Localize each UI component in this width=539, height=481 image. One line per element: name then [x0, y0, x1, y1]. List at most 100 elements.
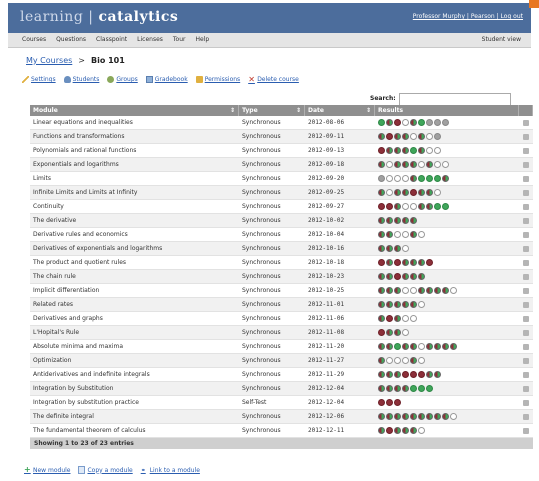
result-dot[interactable]: [394, 399, 401, 406]
result-dot[interactable]: [394, 259, 401, 266]
result-dot[interactable]: [378, 231, 385, 238]
app-logo[interactable]: learning | catalytics: [20, 9, 178, 25]
result-dot[interactable]: [418, 343, 425, 350]
result-dot[interactable]: [394, 371, 401, 378]
result-dot[interactable]: [394, 133, 401, 140]
delete-row-button[interactable]: [519, 175, 533, 182]
result-dot[interactable]: [378, 119, 385, 126]
result-dot[interactable]: [394, 343, 401, 350]
delete-row-button[interactable]: [519, 343, 533, 350]
result-dot[interactable]: [394, 231, 401, 238]
module-cell[interactable]: Limits: [30, 175, 239, 182]
action-students-link[interactable]: Students: [63, 76, 99, 83]
bottom-new-module-link[interactable]: + New module: [24, 465, 70, 474]
result-dot[interactable]: [378, 371, 385, 378]
result-dot[interactable]: [402, 217, 409, 224]
result-dot[interactable]: [410, 119, 417, 126]
result-dot[interactable]: [434, 161, 441, 168]
result-dot[interactable]: [378, 245, 385, 252]
result-dot[interactable]: [434, 203, 441, 210]
result-dot[interactable]: [442, 119, 449, 126]
column-module[interactable]: Module ⇕: [30, 105, 239, 116]
result-dot[interactable]: [402, 357, 409, 364]
result-dot[interactable]: [426, 259, 433, 266]
delete-row-button[interactable]: [519, 301, 533, 308]
result-dot[interactable]: [442, 413, 449, 420]
result-dot[interactable]: [410, 175, 417, 182]
result-dot[interactable]: [394, 217, 401, 224]
action-delete-course-link[interactable]: ✕ Delete course: [248, 76, 299, 84]
result-dot[interactable]: [402, 259, 409, 266]
result-dot[interactable]: [410, 217, 417, 224]
result-dot[interactable]: [434, 287, 441, 294]
result-dot[interactable]: [378, 413, 385, 420]
table-row[interactable]: The chain rule Synchronous 2012-10-23: [30, 270, 533, 284]
result-dot[interactable]: [410, 315, 417, 322]
delete-row-button[interactable]: [519, 245, 533, 252]
result-dot[interactable]: [450, 413, 457, 420]
menu-item-tour[interactable]: Tour: [173, 36, 186, 43]
bottom-copy-a-module-link[interactable]: Copy a module: [78, 466, 133, 474]
table-row[interactable]: The definite integral Synchronous 2012-12-…: [30, 410, 533, 424]
result-dot[interactable]: [378, 357, 385, 364]
result-dot[interactable]: [442, 343, 449, 350]
result-dot[interactable]: [378, 161, 385, 168]
result-dot[interactable]: [418, 175, 425, 182]
result-dot[interactable]: [450, 343, 457, 350]
result-dot[interactable]: [418, 119, 425, 126]
table-row[interactable]: The product and quotient rules Synchronou…: [30, 256, 533, 270]
result-dot[interactable]: [410, 231, 417, 238]
module-cell[interactable]: Integration by substitution practice: [30, 399, 239, 406]
result-dot[interactable]: [394, 301, 401, 308]
result-dot[interactable]: [378, 259, 385, 266]
result-dot[interactable]: [386, 119, 393, 126]
result-dot[interactable]: [386, 161, 393, 168]
result-dot[interactable]: [410, 413, 417, 420]
table-row[interactable]: L'Hopital's Rule Synchronous 2012-11-08: [30, 326, 533, 340]
result-dot[interactable]: [410, 259, 417, 266]
result-dot[interactable]: [426, 287, 433, 294]
table-row[interactable]: Absolute minima and maxima Synchronous 201…: [30, 340, 533, 354]
result-dot[interactable]: [394, 413, 401, 420]
result-dot[interactable]: [418, 413, 425, 420]
delete-row-button[interactable]: [519, 203, 533, 210]
result-dot[interactable]: [442, 175, 449, 182]
table-row[interactable]: Implicit differentiation Synchronous 2012-…: [30, 284, 533, 298]
delete-row-button[interactable]: [519, 273, 533, 280]
result-dot[interactable]: [386, 287, 393, 294]
result-dot[interactable]: [394, 119, 401, 126]
table-row[interactable]: Derivative rules and economics Synchronou…: [30, 228, 533, 242]
module-cell[interactable]: The product and quotient rules: [30, 259, 239, 266]
result-dot[interactable]: [402, 175, 409, 182]
result-dot[interactable]: [402, 385, 409, 392]
result-dot[interactable]: [402, 147, 409, 154]
result-dot[interactable]: [378, 175, 385, 182]
result-dot[interactable]: [394, 203, 401, 210]
result-dot[interactable]: [418, 273, 425, 280]
table-row[interactable]: The derivative Synchronous 2012-10-02: [30, 214, 533, 228]
delete-row-button[interactable]: [519, 385, 533, 392]
result-dot[interactable]: [442, 161, 449, 168]
result-dot[interactable]: [410, 273, 417, 280]
result-dot[interactable]: [378, 189, 385, 196]
result-dot[interactable]: [402, 371, 409, 378]
result-dot[interactable]: [378, 385, 385, 392]
module-cell[interactable]: L'Hopital's Rule: [30, 329, 239, 336]
bottom-link-to-a-module-link[interactable]: ⚭ Link to a module: [141, 466, 200, 474]
result-dot[interactable]: [426, 385, 433, 392]
table-row[interactable]: Linear equations and inequalities Synchro…: [30, 116, 533, 130]
table-row[interactable]: Derivatives of exponentials and logarith…: [30, 242, 533, 256]
delete-row-button[interactable]: [519, 413, 533, 420]
result-dot[interactable]: [402, 119, 409, 126]
result-dot[interactable]: [418, 189, 425, 196]
result-dot[interactable]: [410, 427, 417, 434]
result-dot[interactable]: [378, 301, 385, 308]
table-row[interactable]: Functions and transformations Synchronous…: [30, 130, 533, 144]
result-dot[interactable]: [378, 315, 385, 322]
column-results[interactable]: Results: [375, 105, 519, 116]
result-dot[interactable]: [386, 133, 393, 140]
result-dot[interactable]: [394, 161, 401, 168]
delete-row-button[interactable]: [519, 217, 533, 224]
module-cell[interactable]: The fundamental theorem of calculus: [30, 427, 239, 434]
result-dot[interactable]: [434, 147, 441, 154]
